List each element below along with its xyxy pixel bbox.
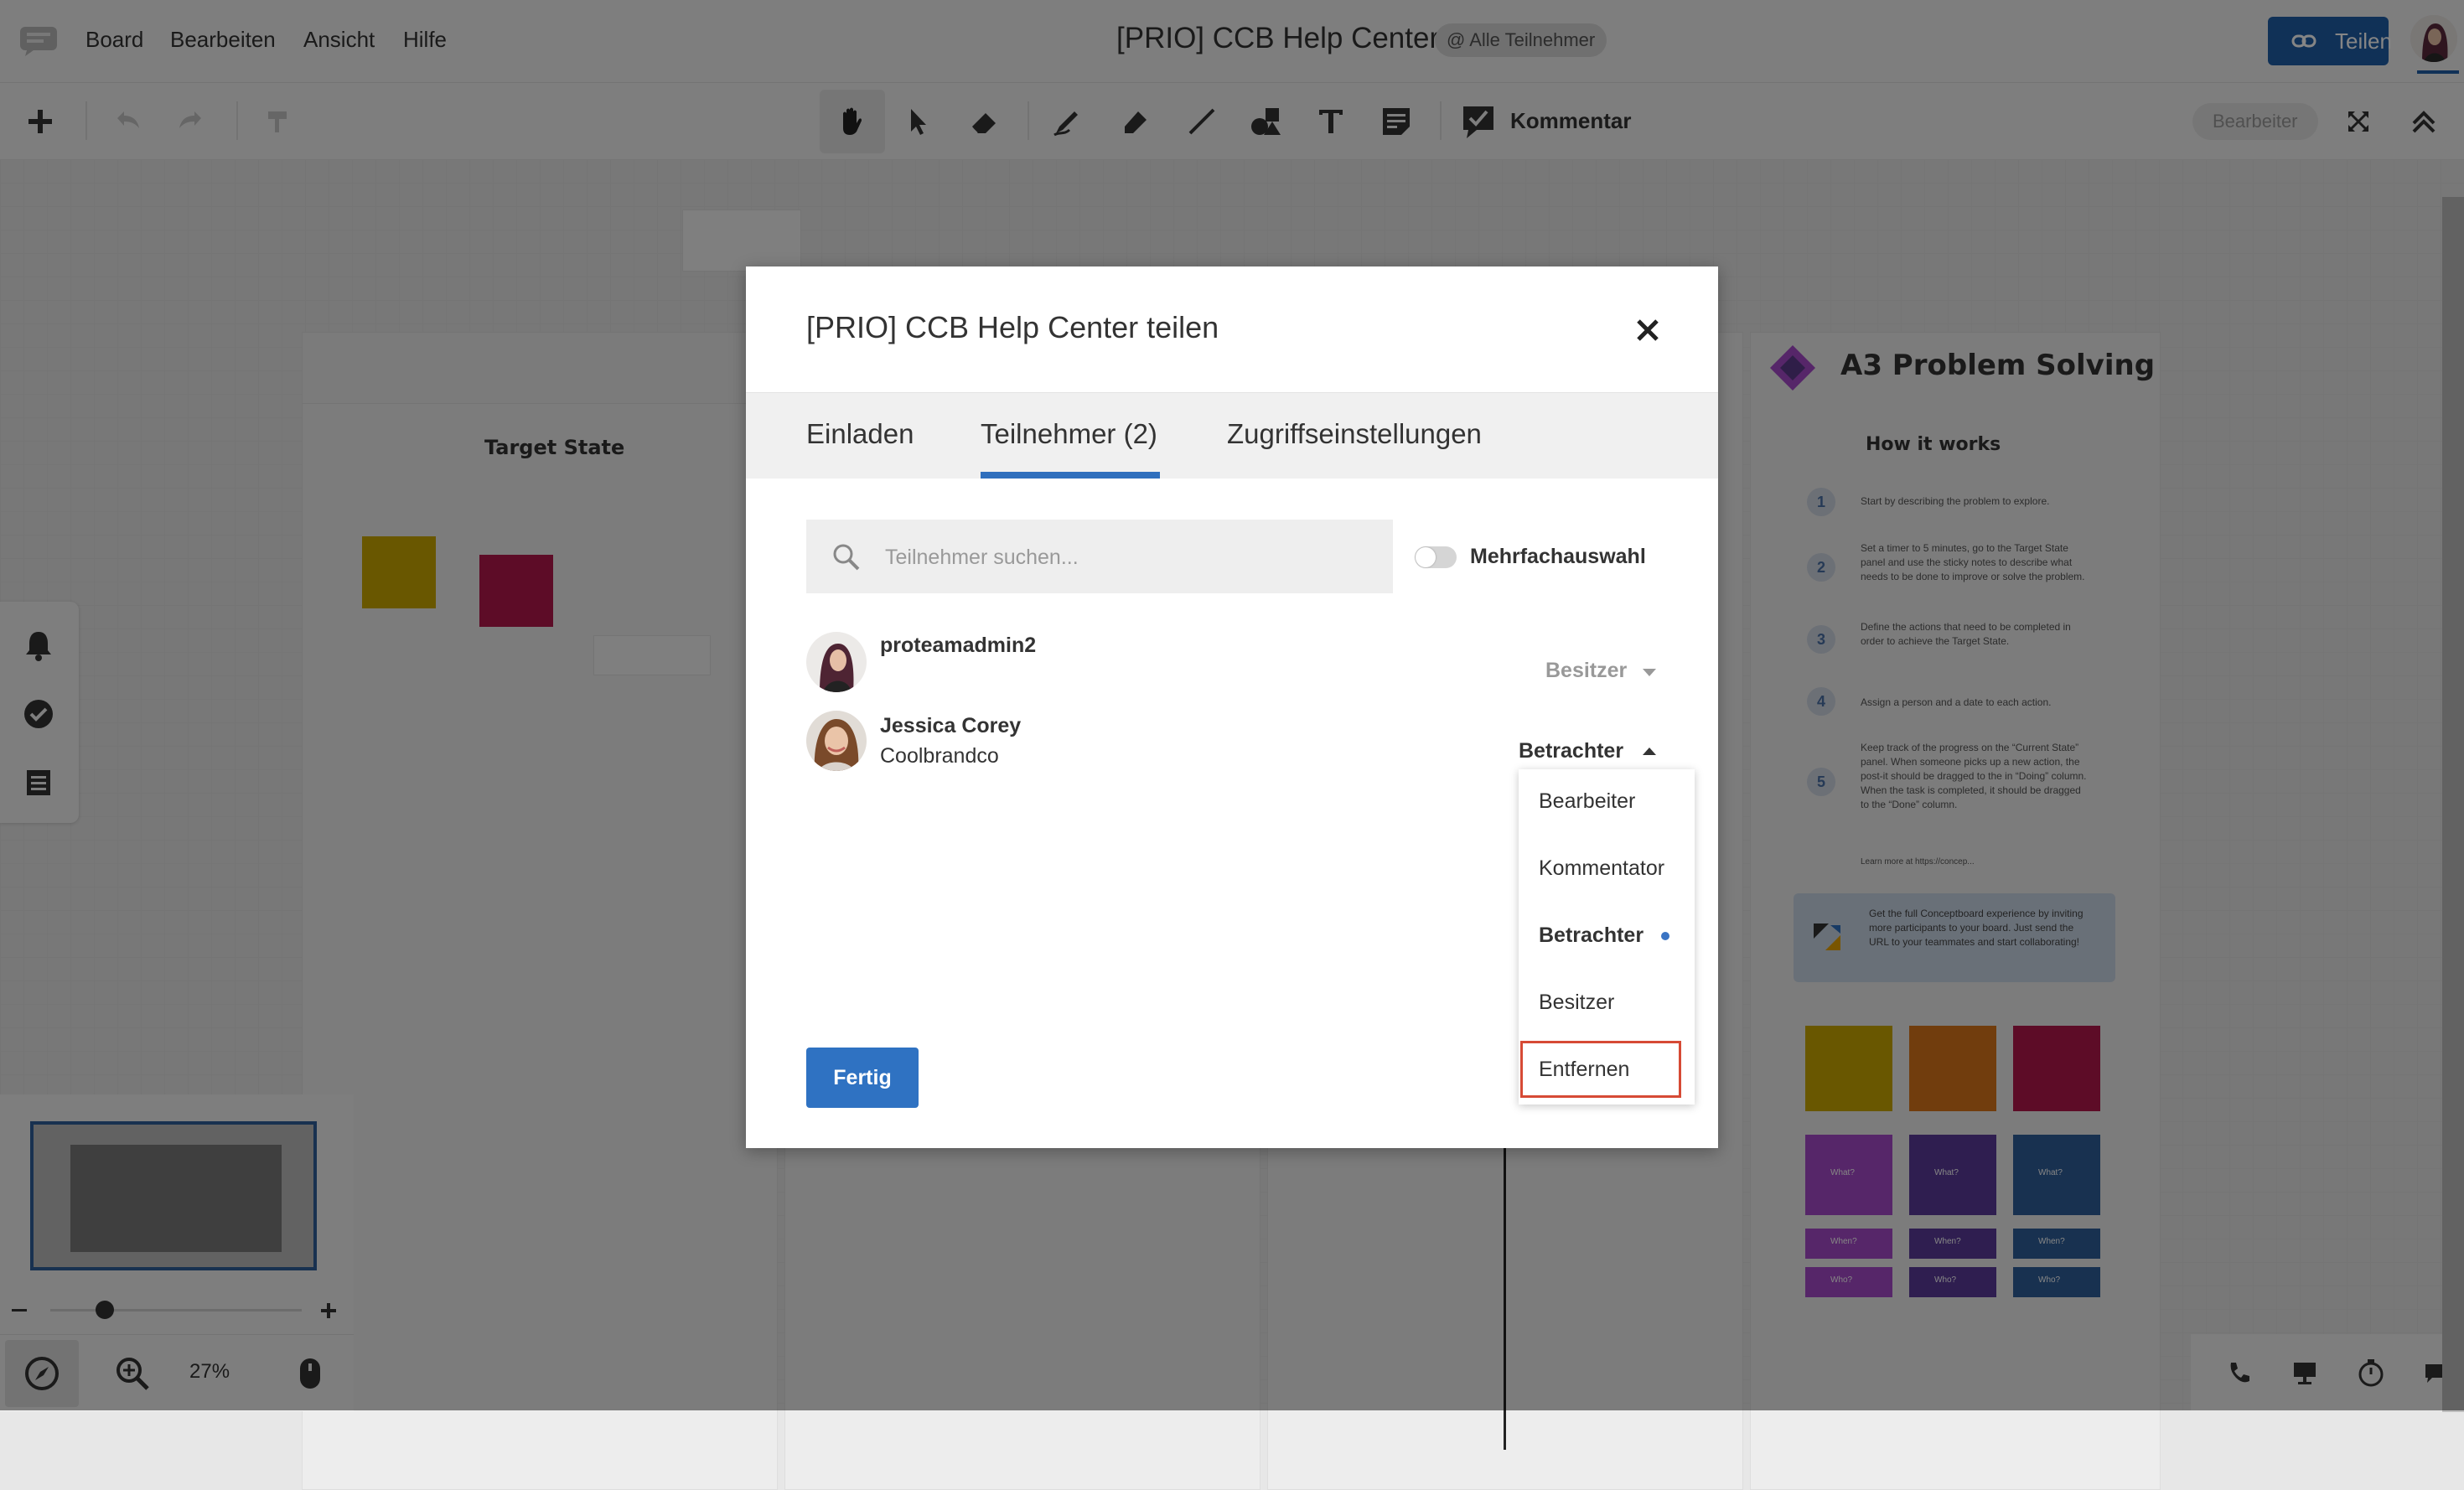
avatar [806,711,867,771]
active-tab-indicator [981,472,1160,479]
done-button[interactable]: Fertig [806,1048,919,1108]
search-input[interactable] [883,538,1373,577]
participant-organization: Coolbrandco [880,744,999,768]
toggle-knob [1416,547,1436,567]
role-option-besitzer[interactable]: Besitzer [1539,991,1614,1015]
role-dropdown-menu: Bearbeiter Kommentator Betrachter Besitz… [1519,769,1695,1105]
role-option-kommentator[interactable]: Kommentator [1539,856,1664,881]
close-icon[interactable] [1631,313,1664,347]
chevron-up-icon[interactable] [1643,748,1656,755]
role-option-bearbeiter[interactable]: Bearbeiter [1539,789,1635,814]
chevron-down-icon [1643,669,1656,676]
tab-zugriffseinstellungen[interactable]: Zugriffseinstellungen [1227,418,1482,450]
role-option-betrachter[interactable]: Betrachter [1539,923,1644,948]
tab-teilnehmer[interactable]: Teilnehmer (2) [981,418,1157,450]
dialog-tabs: Einladen Teilnehmer (2) Zugriffseinstell… [746,392,1718,479]
participant-name: Jessica Corey [880,714,1022,737]
participant-search[interactable] [806,520,1393,593]
avatar [806,632,867,692]
role-option-entfernen[interactable]: Entfernen [1539,1058,1629,1082]
search-icon [833,544,860,571]
selected-indicator [1661,932,1669,940]
participant-name: proteamadmin2 [880,634,1037,657]
multi-select-label: Mehrfachauswahl [1470,545,1646,568]
participant-role: Besitzer [1545,659,1628,682]
tab-einladen[interactable]: Einladen [806,418,914,450]
participant-role-dropdown[interactable]: Betrachter [1519,739,1623,763]
dialog-title: [PRIO] CCB Help Center teilen [806,310,1219,344]
multi-select-toggle[interactable] [1415,546,1457,568]
